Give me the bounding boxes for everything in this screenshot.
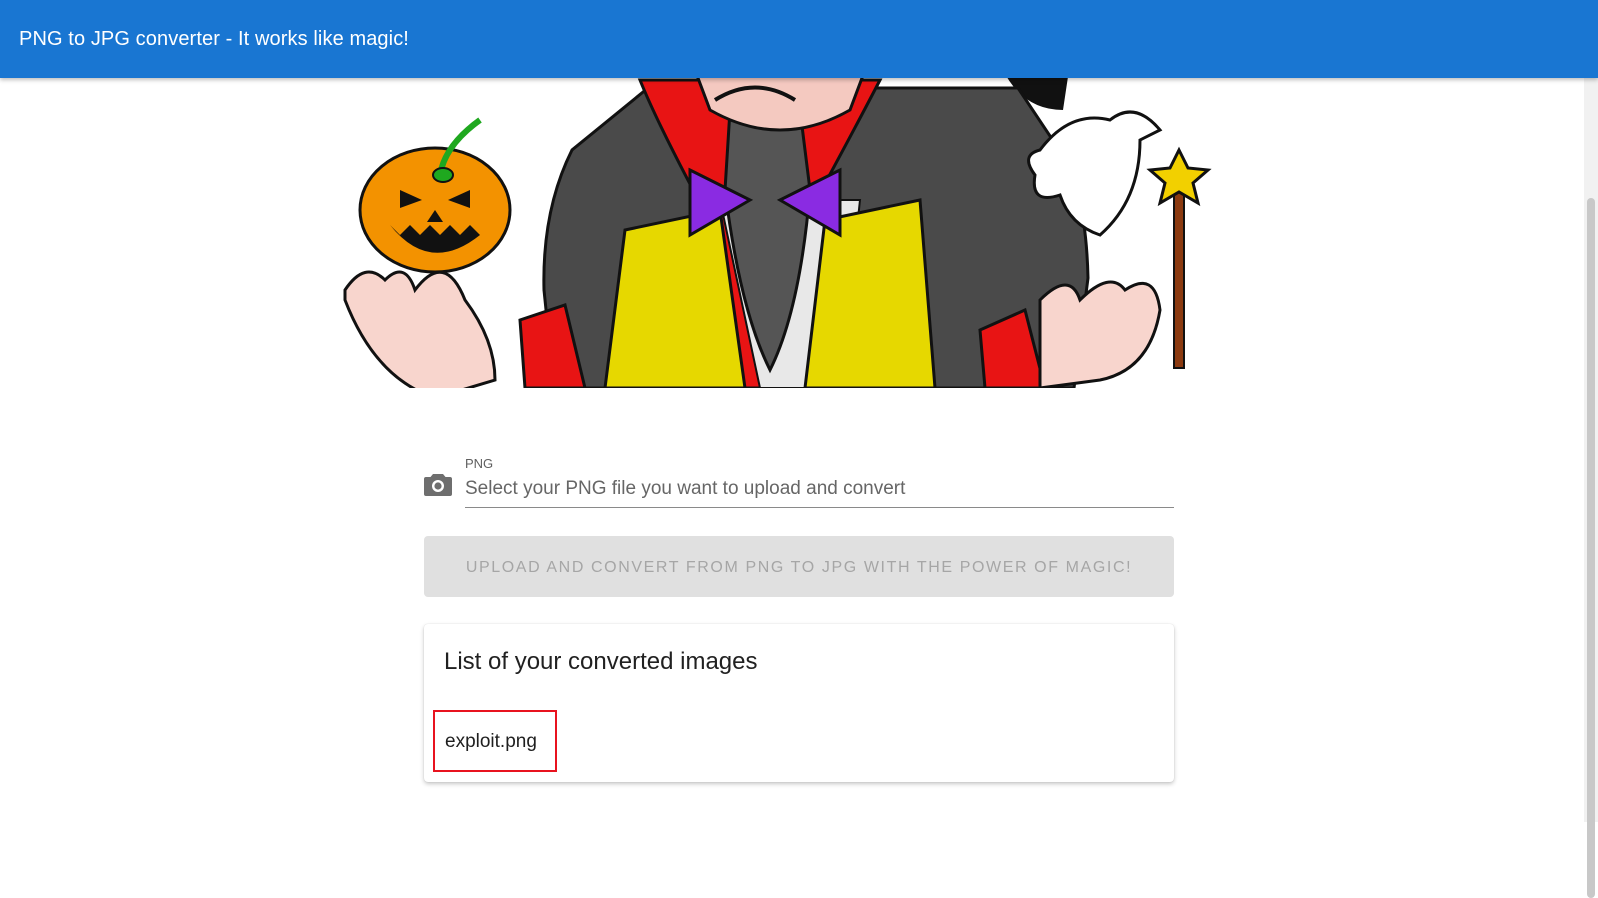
app-title: PNG to JPG converter - It works like mag… (19, 27, 409, 50)
field-placeholder: Select your PNG file you want to upload … (465, 478, 906, 499)
scrollbar-thumb[interactable] (1587, 198, 1595, 898)
field-label: PNG (465, 456, 494, 471)
upload-form: PNG Select your PNG file you want to upl… (424, 452, 1174, 782)
vertical-scrollbar[interactable] (1584, 78, 1598, 898)
list-item-filename[interactable]: exploit.png (445, 731, 537, 753)
field-underline (465, 507, 1174, 508)
list-item[interactable]: exploit.png (433, 710, 557, 772)
app-bar: PNG to JPG converter - It works like mag… (0, 0, 1598, 78)
png-file-input[interactable]: PNG Select your PNG file you want to upl… (424, 452, 1174, 508)
upload-convert-button[interactable]: UPLOAD AND CONVERT FROM PNG TO JPG WITH … (424, 536, 1174, 597)
list-title: List of your converted images (444, 648, 758, 675)
converted-images-card: List of your converted images exploit.pn… (424, 624, 1174, 782)
camera-icon (424, 472, 452, 496)
